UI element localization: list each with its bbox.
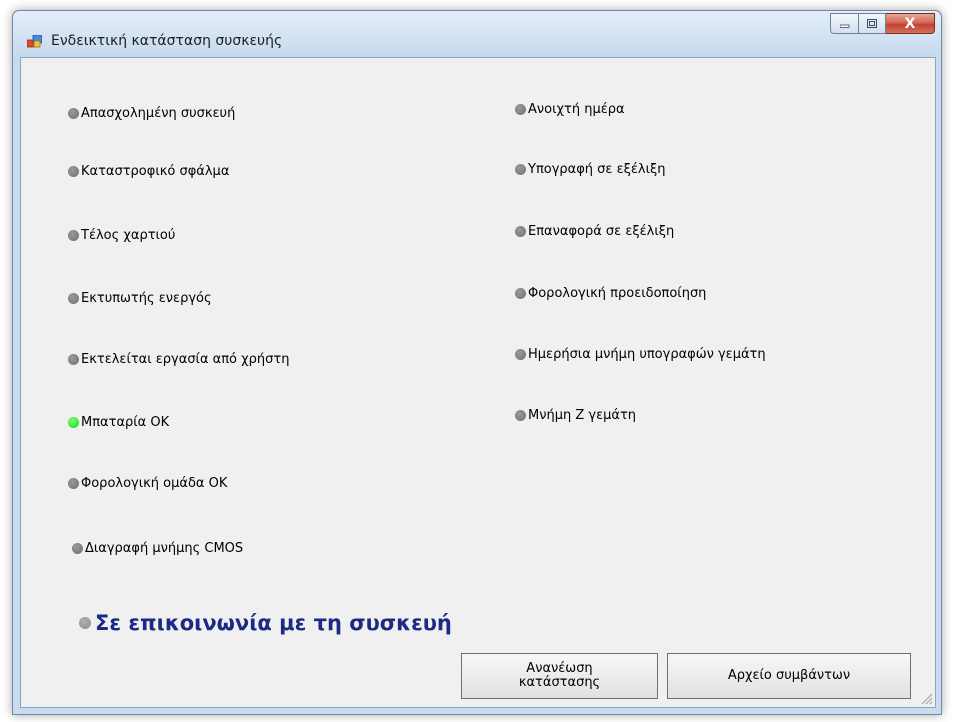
indicator-label: Εκτελείται εργασία από χρήστη (81, 352, 290, 367)
indicator-label: Υπογραφή σε εξέλιξη (528, 162, 666, 177)
window-title: Ενδεικτική κατάσταση συσκευής (51, 33, 283, 49)
status-led-icon (68, 354, 79, 365)
indicator-label: Φορολογική ομάδα ΟΚ (81, 476, 228, 491)
status-led-icon (68, 108, 79, 119)
indicator-z-memory-full: Μνήμη Ζ γεμάτη (515, 408, 636, 423)
event-log-button[interactable]: Αρχείο συμβάντων (667, 653, 911, 699)
status-led-icon (515, 104, 526, 115)
indicator-fiscal-group-ok: Φορολογική ομάδα ΟΚ (68, 476, 227, 491)
status-led-icon (515, 226, 526, 237)
indicator-fatal-error: Καταστροφικό σφάλμα (68, 164, 229, 179)
indicator-label: Διαγραφή μνήμης CMOS (85, 541, 244, 556)
indicator-label: Απασχολημένη συσκευή (81, 106, 236, 121)
indicator-printer-active: Εκτυπωτής ενεργός (68, 291, 212, 306)
indicator-label: Εκτυπωτής ενεργός (81, 291, 212, 306)
refresh-label-line2: κατάστασης (518, 675, 601, 690)
close-button[interactable]: X (886, 13, 935, 34)
status-led-icon (68, 293, 79, 304)
title-bar[interactable]: Ενδεικτική κατάσταση συσκευής X (13, 11, 941, 57)
indicator-label: Μνήμη Ζ γεμάτη (528, 408, 637, 423)
status-led-icon (515, 164, 526, 175)
indicator-daily-signature-memory-full: Ημερήσια μνήμη υπογραφών γεμάτη (515, 347, 766, 362)
client-area: Απασχολημένη συσκευή Καταστροφικό σφάλμα… (20, 57, 936, 708)
communication-status-label: Σε επικοινωνία με τη συσκευή (95, 611, 452, 635)
status-window: Ενδεικτική κατάσταση συσκευής X Απασχολη… (12, 10, 942, 715)
status-led-icon (515, 410, 526, 421)
refresh-status-button-label: Ανανέωση κατάστασης (519, 662, 600, 690)
indicator-label: Επαναφορά σε εξέλιξη (528, 224, 675, 239)
refresh-status-button[interactable]: Ανανέωση κατάστασης (461, 653, 658, 699)
refresh-label-line1: Ανανέωση (526, 661, 593, 676)
indicator-label: Φορολογική προειδοποίηση (528, 286, 707, 301)
minimize-button[interactable] (830, 13, 859, 34)
indicator-fiscal-warning: Φορολογική προειδοποίηση (515, 286, 706, 301)
indicator-battery-ok: Μπαταρία ΟΚ (68, 415, 169, 430)
indicator-cmos-cleared: Διαγραφή μνήμης CMOS (72, 541, 243, 556)
status-led-icon (72, 543, 83, 554)
status-led-icon (515, 288, 526, 299)
resize-grip-icon[interactable] (919, 691, 933, 705)
status-led-icon (68, 166, 79, 177)
indicator-label: Μπαταρία ΟΚ (81, 415, 170, 430)
indicator-label: Καταστροφικό σφάλμα (81, 164, 230, 179)
communication-status: Σε επικοινωνία με τη συσκευή (79, 611, 452, 635)
status-led-icon (79, 617, 91, 629)
indicator-open-day: Ανοιχτή ημέρα (515, 102, 625, 117)
close-icon: X (904, 15, 916, 32)
event-log-button-label: Αρχείο συμβάντων (727, 668, 851, 683)
indicator-label: Ανοιχτή ημέρα (528, 102, 625, 117)
status-led-icon (68, 478, 79, 489)
indicator-signature-in-progress: Υπογραφή σε εξέλιξη (515, 162, 665, 177)
status-led-icon (68, 230, 79, 241)
indicator-user-task: Εκτελείται εργασία από χρήστη (68, 352, 289, 367)
indicator-paper-end: Τέλος χαρτιού (68, 228, 175, 243)
indicator-label: Ημερήσια μνήμη υπογραφών γεμάτη (528, 347, 766, 362)
indicator-label: Τέλος χαρτιού (81, 228, 176, 243)
caption-buttons: X (830, 13, 935, 35)
maximize-icon (867, 19, 877, 28)
indicator-device-busy: Απασχολημένη συσκευή (68, 106, 235, 121)
minimize-icon (839, 24, 849, 28)
indicator-restore-in-progress: Επαναφορά σε εξέλιξη (515, 224, 674, 239)
maximize-button[interactable] (859, 13, 886, 34)
status-led-icon (515, 349, 526, 360)
app-icon (27, 35, 42, 48)
status-led-icon (68, 417, 79, 428)
